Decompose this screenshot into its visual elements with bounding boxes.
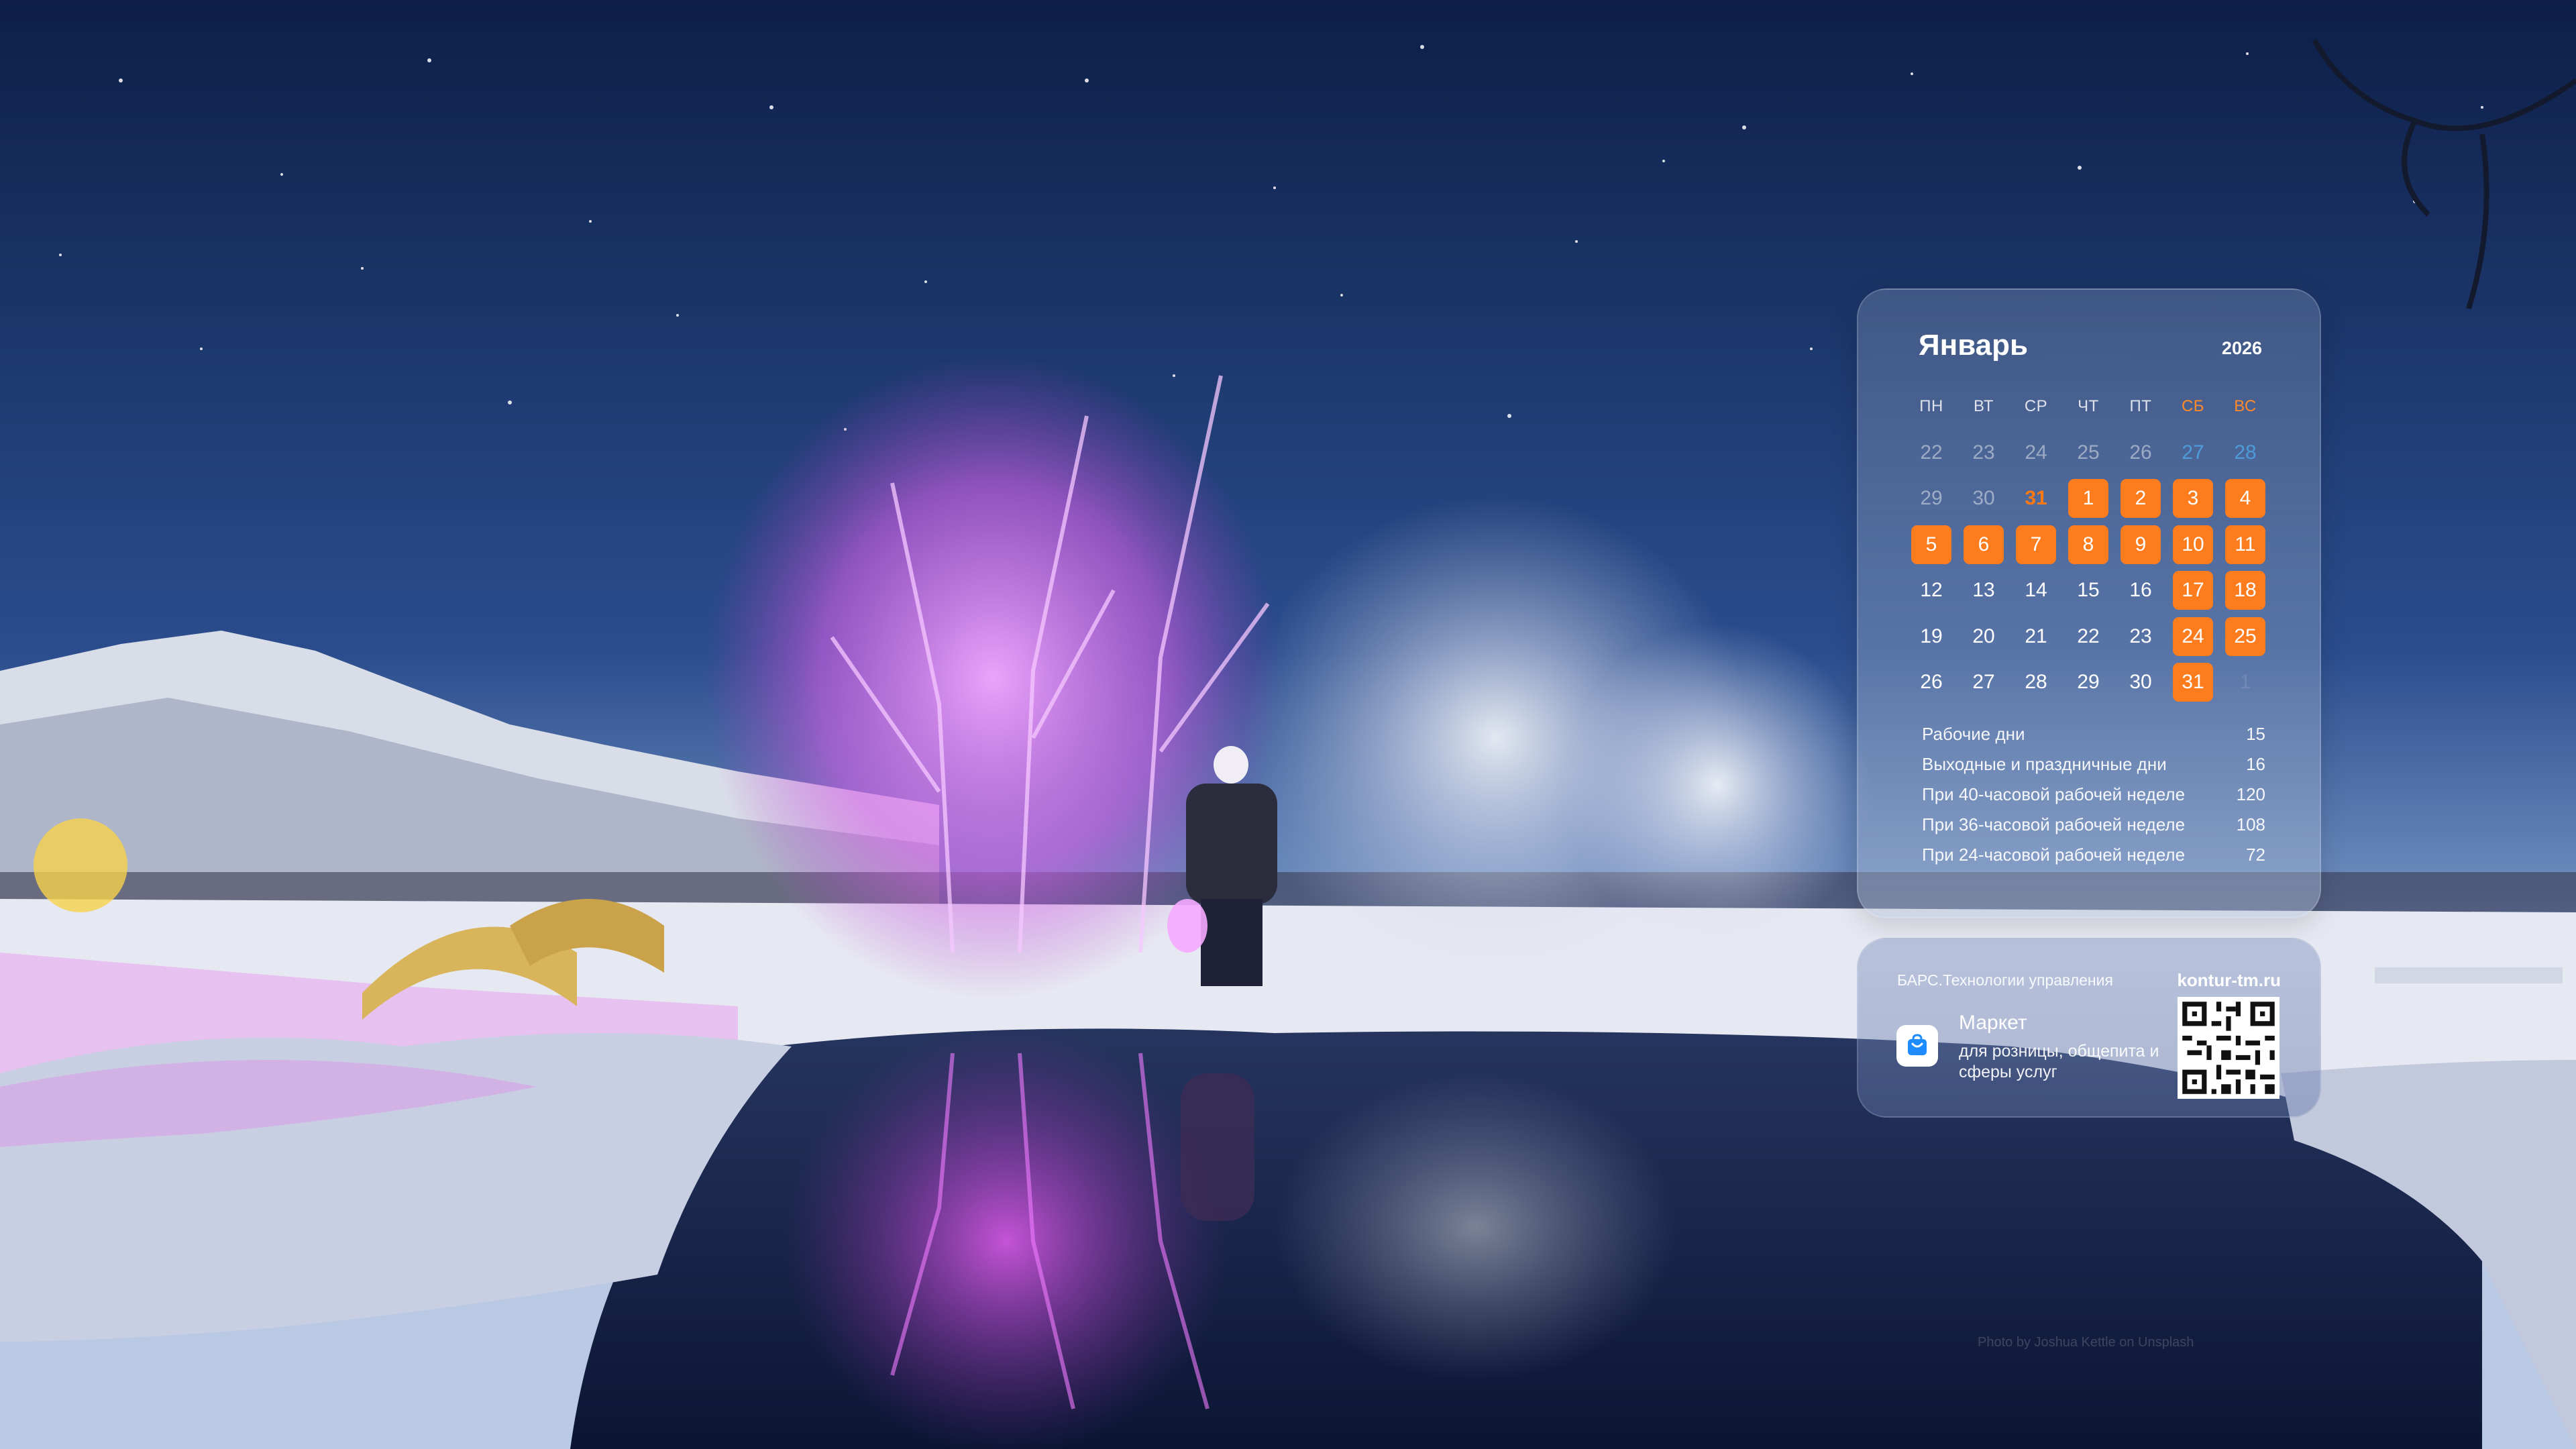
company-name: БАРС.Технологии управления — [1897, 971, 2113, 989]
calendar-day-weekend: 24 — [2167, 614, 2219, 660]
stat-row: Выходные и праздничные дни 16 — [1922, 749, 2265, 780]
stat-row: При 36-часовой рабочей неделе 108 — [1922, 810, 2265, 840]
calendar-day-weekend: 17 — [2167, 568, 2219, 614]
stat-label: При 24-часовой рабочей неделе — [1922, 845, 2186, 865]
work-hours-stats: Рабочие дни 15 Выходные и праздничные дн… — [1922, 719, 2265, 870]
calendar-day: 29 — [1920, 487, 1943, 510]
weekday-mon: ПН — [1919, 397, 1943, 416]
weekday-thu: ЧТ — [2078, 397, 2099, 416]
qr-code-icon — [2178, 997, 2279, 1099]
stat-row: При 40-часовой рабочей неделе 120 — [1922, 780, 2265, 810]
stat-value: 16 — [2246, 754, 2265, 774]
stat-label: При 36-часовой рабочей неделе — [1922, 814, 2186, 835]
calendar-day: 12 — [1920, 579, 1943, 602]
calendar-day: 14 — [2025, 579, 2047, 602]
calendar-day: 23 — [1972, 441, 1995, 464]
company-url-link[interactable]: kontur-tm.ru — [2177, 970, 2281, 991]
calendar-day: 29 — [2077, 671, 2100, 694]
calendar-day: 25 — [2077, 441, 2100, 464]
calendar-day-holiday: 7 — [2010, 522, 2062, 568]
calendar-day-holiday: 11 — [2219, 522, 2271, 568]
calendar-day: 15 — [2077, 579, 2100, 602]
stat-value: 120 — [2236, 784, 2265, 804]
calendar-day: 27 — [1972, 671, 1995, 694]
stat-label: Выходные и праздничные дни — [1922, 754, 2167, 774]
calendar-day: 1 — [2239, 671, 2251, 694]
calendar-day: 28 — [2234, 441, 2257, 464]
calendar-day: 23 — [2129, 625, 2152, 647]
calendar-day-holiday: 5 — [1905, 522, 1957, 568]
calendar-day: 31 — [2025, 487, 2047, 510]
weekday-tue: ВТ — [1973, 397, 1994, 416]
calendar-day: 13 — [1972, 579, 1995, 602]
calendar-day: 24 — [2025, 441, 2047, 464]
calendar-day: 22 — [2077, 625, 2100, 647]
year-label: 2026 — [2221, 338, 2262, 358]
shopping-bag-icon — [1896, 1025, 1938, 1067]
calendar-day: 22 — [1920, 441, 1943, 464]
calendar-header: Январь 2026 — [1919, 329, 2262, 376]
calendar-day-weekend: 18 — [2219, 568, 2271, 614]
stat-value: 72 — [2246, 845, 2265, 865]
calendar-day: 28 — [2025, 671, 2047, 694]
weekday-sun: ВС — [2234, 397, 2257, 416]
calendar-day: 30 — [1972, 487, 1995, 510]
stat-label: Рабочие дни — [1922, 724, 2025, 744]
calendar-day-holiday: 1 — [2062, 476, 2114, 522]
stat-label: При 40-часовой рабочей неделе — [1922, 784, 2186, 804]
calendar-day: 20 — [1972, 625, 1995, 647]
calendar-day-holiday: 6 — [1957, 522, 2010, 568]
calendar-day: 26 — [2129, 441, 2152, 464]
calendar-day-holiday: 10 — [2167, 522, 2219, 568]
calendar-day: 26 — [1920, 671, 1943, 694]
calendar-day: 27 — [2182, 441, 2204, 464]
stat-row: Рабочие дни 15 — [1922, 719, 2265, 749]
product-description: для розницы, общепита и сферы услуг — [1959, 1042, 2159, 1081]
calendar-day-weekend: 25 — [2219, 614, 2271, 660]
month-title: Январь — [1919, 329, 2029, 362]
weekday-fri: ПТ — [2129, 397, 2152, 416]
calendar-day: 30 — [2129, 671, 2152, 694]
weekday-wed: СР — [2024, 397, 2048, 416]
stat-value: 15 — [2246, 724, 2265, 744]
calendar-day-holiday: 8 — [2062, 522, 2114, 568]
calendar-day-holiday: 4 — [2219, 476, 2271, 522]
calendar-day-holiday: 2 — [2114, 476, 2167, 522]
calendar-day: 19 — [1920, 625, 1943, 647]
calendar-widget: Январь 2026 ПН ВТ СР ЧТ ПТ СБ ВС 22 23 2… — [1857, 288, 2321, 918]
stat-value: 108 — [2236, 814, 2265, 835]
product-title: Маркет — [1959, 1012, 2027, 1034]
calendar-day-holiday: 3 — [2167, 476, 2219, 522]
calendar-day-holiday: 9 — [2114, 522, 2167, 568]
weekday-sat: СБ — [2181, 397, 2205, 416]
calendar-grid: ПН ВТ СР ЧТ ПТ СБ ВС 22 23 24 25 26 27 2… — [1905, 384, 2271, 706]
calendar-day-weekend: 31 — [2167, 659, 2219, 706]
photo-credit: Photo by Joshua Kettle on Unsplash — [1978, 1335, 2194, 1350]
stat-row: При 24-часовой рабочей неделе 72 — [1922, 840, 2265, 870]
calendar-day: 21 — [2025, 625, 2047, 647]
company-ad-card: БАРС.Технологии управления kontur-tm.ru … — [1857, 938, 2321, 1118]
calendar-day: 16 — [2129, 579, 2152, 602]
